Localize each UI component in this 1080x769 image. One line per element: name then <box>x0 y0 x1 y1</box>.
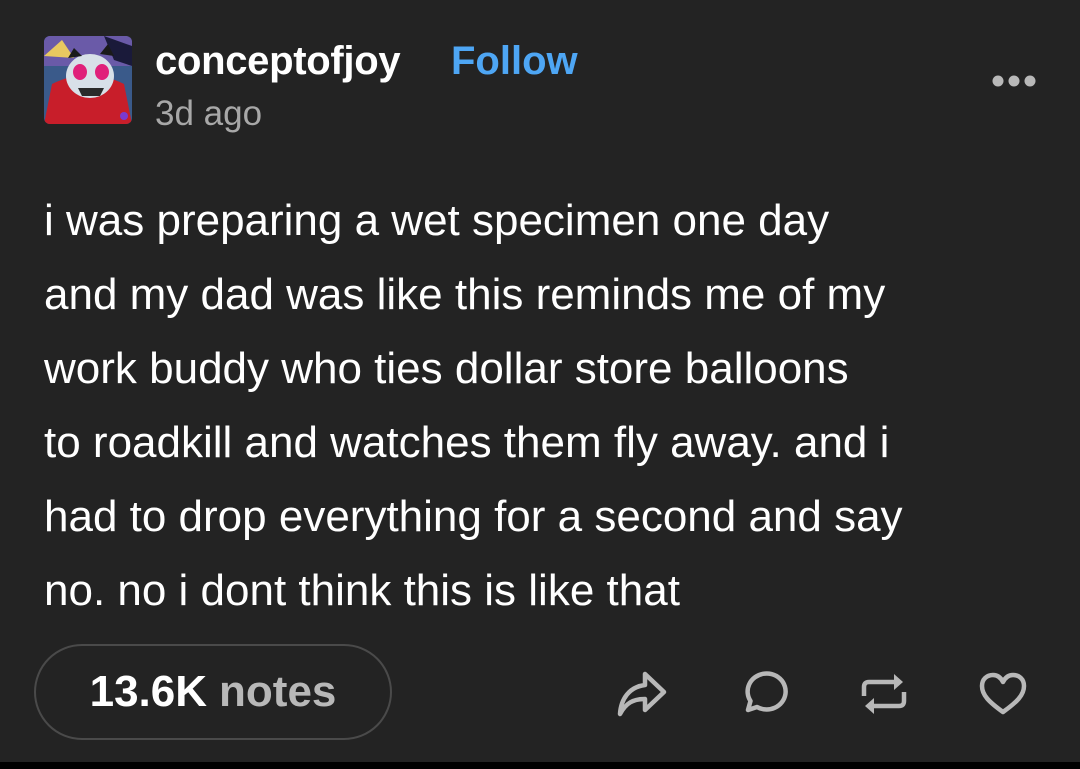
reblog-icon[interactable] <box>856 666 912 722</box>
avatar-image <box>44 36 132 124</box>
notes-button[interactable]: 13.6K notes <box>34 644 392 740</box>
notes-count: 13.6K <box>89 667 208 716</box>
more-options-icon[interactable] <box>985 64 1041 98</box>
share-icon[interactable] <box>614 666 670 722</box>
post-card: conceptofjoy Follow 3d ago i was prepari… <box>0 0 1080 762</box>
like-icon[interactable] <box>975 666 1031 722</box>
post-timestamp: 3d ago <box>155 94 263 133</box>
username[interactable]: conceptofjoy <box>155 36 401 86</box>
notes-label: notes <box>219 667 337 716</box>
avatar[interactable] <box>44 36 132 124</box>
reply-icon[interactable] <box>736 666 792 722</box>
post-body: i was preparing a wet specimen one day a… <box>44 196 903 615</box>
follow-button[interactable]: Follow <box>451 36 578 86</box>
